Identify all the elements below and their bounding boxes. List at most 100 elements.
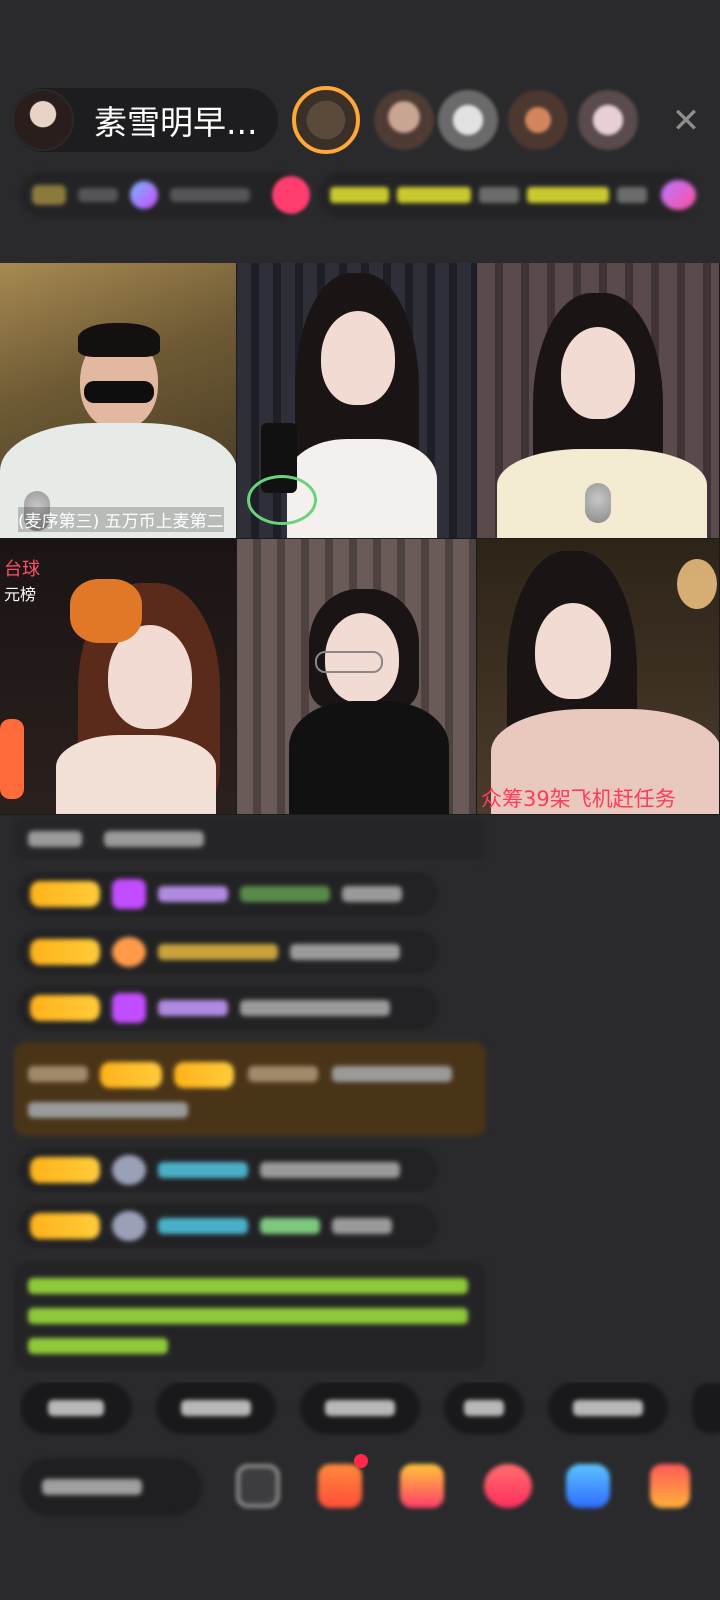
video-tile-4[interactable]: 台球 元榜	[0, 539, 237, 815]
sunglasses-icon	[84, 381, 154, 403]
gift-box-icon[interactable]	[318, 1464, 362, 1508]
announcement-text	[28, 1338, 168, 1354]
tile-caption: 台球	[4, 559, 40, 580]
fan-gem-icon	[112, 1211, 146, 1241]
chat-text	[290, 944, 400, 960]
lamp-icon	[677, 559, 717, 609]
chat-text	[260, 1218, 320, 1234]
comment-input[interactable]	[20, 1458, 202, 1516]
top-viewer-avatar-4[interactable]	[508, 90, 568, 150]
chat-highlight-message[interactable]	[14, 1042, 486, 1136]
streamer-face	[321, 311, 395, 405]
game-icon[interactable]	[566, 1464, 610, 1508]
level-badge	[30, 1213, 100, 1239]
level-badge	[30, 939, 100, 965]
fan-gem-icon	[112, 993, 146, 1023]
quick-reply-chip[interactable]	[20, 1382, 132, 1434]
video-tile-1[interactable]: (麦序第三) 五万币上麦第二	[0, 263, 237, 539]
video-grid: (麦序第三) 五万币上麦第二 台球 元榜 众筹39架飞机赶任务	[0, 263, 720, 815]
top-viewer-avatar-1[interactable]	[292, 86, 360, 154]
streamer-face	[561, 327, 635, 419]
level-badge	[100, 1062, 162, 1088]
event-gift-icon	[660, 180, 696, 210]
chat-text	[342, 886, 402, 902]
more-gifts-icon[interactable]	[650, 1464, 690, 1508]
quick-reply-chip[interactable]	[692, 1382, 720, 1434]
announcement-text	[28, 1308, 468, 1324]
close-icon[interactable]: ✕	[668, 104, 704, 140]
host-name: 素雪明早...	[94, 103, 258, 142]
fan-gem-icon	[112, 1155, 146, 1185]
quick-reply-chip[interactable]	[300, 1382, 420, 1434]
glasses-icon	[315, 651, 383, 673]
chat-text	[248, 1066, 318, 1082]
video-tile-6[interactable]: 众筹39架飞机赶任务	[477, 539, 720, 815]
video-tile-2[interactable]	[237, 263, 477, 539]
microphone-icon	[585, 483, 611, 523]
event-text	[330, 187, 389, 203]
fox-headband-icon	[70, 579, 142, 643]
top-viewer-avatar-3[interactable]	[438, 90, 498, 150]
announcement-text	[28, 1278, 468, 1294]
mic-stand-icon	[247, 475, 317, 525]
event-text	[479, 187, 519, 203]
chat-text	[28, 831, 82, 847]
level-badge	[30, 881, 100, 907]
emoji-icon[interactable]	[236, 1464, 280, 1508]
notification-dot-icon	[354, 1454, 368, 1468]
rank-strip[interactable]	[20, 172, 300, 218]
gift-icon[interactable]	[400, 1464, 444, 1508]
chat-username	[158, 1162, 248, 1178]
fan-gem-icon	[112, 937, 146, 967]
chat-username	[158, 944, 278, 960]
level-badge	[30, 995, 100, 1021]
host-avatar[interactable]	[12, 89, 74, 151]
video-tile-5[interactable]	[237, 539, 477, 815]
chat-announcement	[14, 1262, 486, 1370]
rank-badge	[32, 185, 66, 205]
chat-text	[240, 886, 330, 902]
chat-text	[260, 1162, 400, 1178]
chat-message[interactable]	[18, 1204, 438, 1248]
quick-reply-chip[interactable]	[156, 1382, 276, 1434]
event-text	[526, 187, 610, 203]
chat-username	[28, 1066, 88, 1082]
chat-username	[158, 886, 228, 902]
host-info-pill[interactable]: 素雪明早...	[12, 88, 278, 152]
streamer-body	[56, 735, 216, 814]
top-viewer-avatar-5[interactable]	[578, 90, 638, 150]
rank-gem-icon	[130, 181, 158, 209]
tile-caption: 众筹39架飞机赶任务	[481, 787, 676, 811]
tile-caption-secondary: 元榜	[4, 585, 37, 604]
rank-text	[170, 188, 250, 202]
chat-text	[28, 1102, 188, 1118]
chat-message[interactable]	[18, 930, 438, 974]
chat-username	[158, 1218, 248, 1234]
chat-username	[158, 1000, 228, 1016]
video-tile-3[interactable]	[477, 263, 720, 539]
event-text	[617, 187, 647, 203]
tile-caption: (麦序第三) 五万币上麦第二	[18, 507, 224, 532]
quick-reply-chip[interactable]	[548, 1382, 668, 1434]
decoration-icon	[0, 719, 24, 799]
streamer-face	[535, 603, 611, 699]
rank-dot-icon[interactable]	[272, 176, 310, 214]
quick-reply-chip[interactable]	[444, 1382, 524, 1434]
fan-club-icon[interactable]	[484, 1464, 532, 1508]
streamer-hair	[78, 323, 160, 357]
rank-text	[78, 188, 118, 202]
streamer-body	[289, 701, 449, 814]
event-text	[396, 187, 472, 203]
event-strip[interactable]	[318, 172, 696, 218]
level-badge	[174, 1062, 234, 1088]
chat-message[interactable]	[18, 1148, 438, 1192]
chat-text	[332, 1066, 452, 1082]
chat-text	[332, 1218, 392, 1234]
chat-message[interactable]	[18, 872, 438, 916]
chat-message[interactable]	[18, 986, 438, 1030]
quick-reply-row	[20, 1382, 720, 1438]
chat-system-message	[14, 818, 486, 860]
fan-gem-icon	[112, 879, 146, 909]
level-badge	[30, 1157, 100, 1183]
top-viewer-avatar-2[interactable]	[374, 90, 434, 150]
